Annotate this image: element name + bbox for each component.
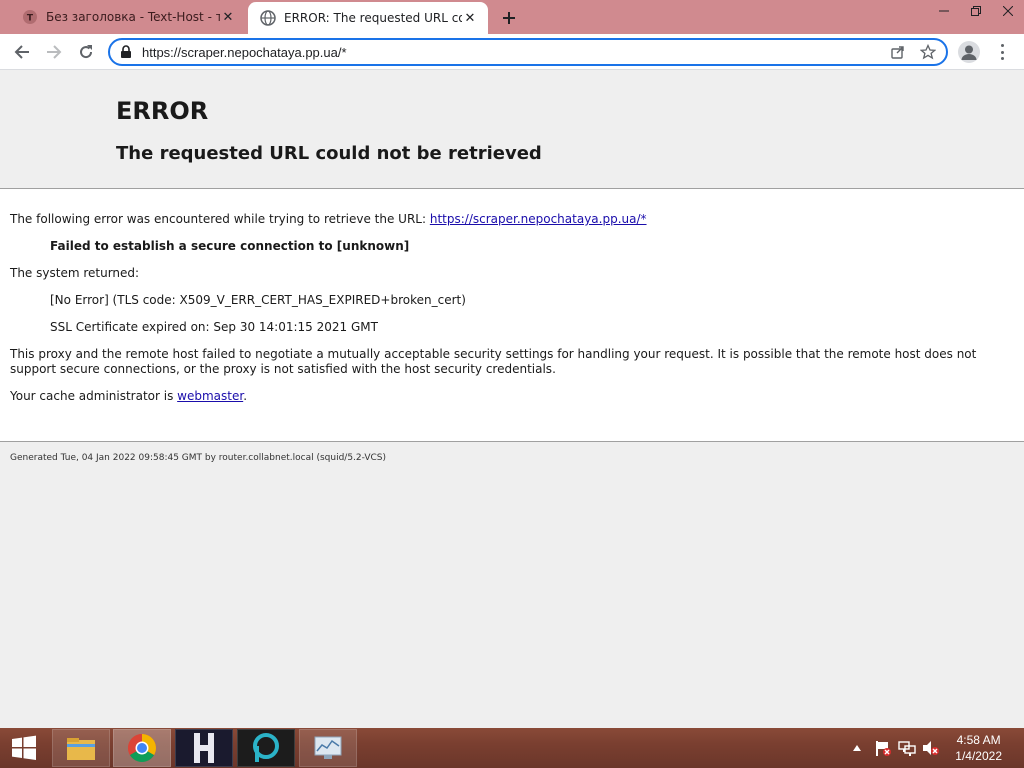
requested-url-link[interactable]: https://scraper.nepochataya.pp.ua/*: [430, 212, 647, 226]
volume-tray[interactable]: [920, 736, 942, 760]
tab-text-host[interactable]: T Без заголовка - Text-Host - текс ✕: [10, 0, 246, 34]
svg-text:T: T: [27, 14, 34, 24]
close-window-button[interactable]: [992, 0, 1024, 22]
admin-line: Your cache administrator is webmaster.: [10, 389, 247, 403]
file-explorer-icon: [67, 738, 95, 760]
monitor-app-icon: [314, 736, 342, 759]
back-button[interactable]: [10, 40, 34, 64]
generated-footer: Generated Tue, 04 Jan 2022 09:58:45 GMT …: [10, 453, 387, 463]
start-button[interactable]: [6, 729, 42, 767]
minimize-icon: [939, 10, 949, 12]
browser-menu-button[interactable]: [994, 42, 1010, 62]
cert-expiry: SSL Certificate expired on: Sep 30 14:01…: [50, 320, 378, 334]
clock-time: 4:58 AM: [956, 733, 1001, 747]
taskbar-p-app[interactable]: [237, 729, 295, 767]
intro-line: The following error was encountered whil…: [10, 212, 647, 226]
chevron-up-icon: [853, 745, 861, 751]
reload-icon: [80, 45, 93, 59]
restore-icon: [971, 6, 981, 16]
action-center-tray[interactable]: [872, 736, 894, 760]
explanation-line-2: support secure connections, or the proxy…: [10, 362, 556, 376]
address-bar[interactable]: https://scraper.nepochataya.pp.ua/*: [108, 38, 948, 66]
back-arrow-icon: [14, 45, 29, 59]
tab-close-icon[interactable]: ✕: [220, 9, 236, 25]
explanation-line-1: This proxy and the remote host failed to…: [10, 347, 977, 361]
tab-error-page[interactable]: ERROR: The requested URL could ✕: [248, 2, 488, 34]
taskbar-chrome[interactable]: [113, 729, 171, 767]
windows-taskbar: 4:58 AM 1/4/2022: [0, 728, 1024, 768]
lock-icon[interactable]: [120, 45, 132, 59]
menu-dot-icon: [1000, 57, 1004, 60]
tab-title: ERROR: The requested URL could: [284, 11, 462, 25]
action-center-flag-icon: [876, 741, 891, 756]
h-app-icon: [194, 733, 214, 763]
page-content: ERROR The requested URL could not be ret…: [0, 71, 1024, 728]
reload-button[interactable]: [74, 40, 98, 64]
error-header: ERROR The requested URL could not be ret…: [0, 71, 1024, 189]
network-icon: [898, 741, 916, 756]
taskbar-file-explorer[interactable]: [52, 729, 110, 767]
tab-close-icon[interactable]: ✕: [462, 10, 478, 26]
admin-suffix: .: [243, 389, 248, 403]
intro-text: The following error was encountered whil…: [10, 212, 430, 226]
error-body: The following error was encountered whil…: [0, 189, 1024, 442]
tab-title: Без заголовка - Text-Host - текс: [46, 10, 220, 24]
browser-toolbar: https://scraper.nepochataya.pp.ua/*: [0, 34, 1024, 70]
menu-dot-icon: [1000, 50, 1004, 54]
taskbar-h-app[interactable]: [175, 729, 233, 767]
admin-prefix: Your cache administrator is: [10, 389, 178, 403]
taskbar-monitor-app[interactable]: [299, 729, 357, 767]
new-tab-button[interactable]: [498, 7, 520, 29]
bookmark-star-icon[interactable]: [920, 44, 936, 60]
clock-date: 1/4/2022: [955, 749, 1002, 763]
system-returned-label: The system returned:: [10, 266, 140, 280]
failure-message: Failed to establish a secure connection …: [50, 239, 410, 253]
share-icon[interactable]: [890, 44, 906, 60]
minimize-button[interactable]: [928, 0, 960, 22]
restore-button[interactable]: [960, 0, 992, 22]
system-clock[interactable]: 4:58 AM 1/4/2022: [955, 732, 1002, 764]
url-text[interactable]: https://scraper.nepochataya.pp.ua/*: [142, 45, 347, 60]
menu-dot-icon: [1000, 44, 1004, 47]
forward-button[interactable]: [42, 40, 66, 64]
window-controls: [928, 0, 1024, 28]
person-icon: [961, 45, 977, 60]
error-detail: [No Error] (TLS code: X509_V_ERR_CERT_HA…: [50, 293, 466, 307]
page-title: ERROR: [116, 97, 209, 125]
close-icon: [1003, 6, 1013, 16]
text-host-icon: T: [23, 10, 37, 24]
profile-avatar[interactable]: [958, 41, 980, 63]
page-subtitle: The requested URL could not be retrieved: [116, 143, 542, 164]
p-app-icon: [253, 733, 279, 762]
windows-logo-icon: [12, 735, 36, 760]
show-hidden-icons-button[interactable]: [850, 736, 864, 760]
network-tray[interactable]: [896, 736, 918, 760]
volume-muted-icon: [923, 741, 939, 755]
plus-icon: [503, 12, 515, 24]
globe-icon: [260, 10, 276, 26]
tab-strip: T Без заголовка - Text-Host - текс ✕ ERR…: [0, 0, 1024, 34]
webmaster-link[interactable]: webmaster: [177, 389, 243, 403]
chrome-icon: [128, 734, 156, 762]
forward-arrow-icon: [47, 45, 62, 59]
